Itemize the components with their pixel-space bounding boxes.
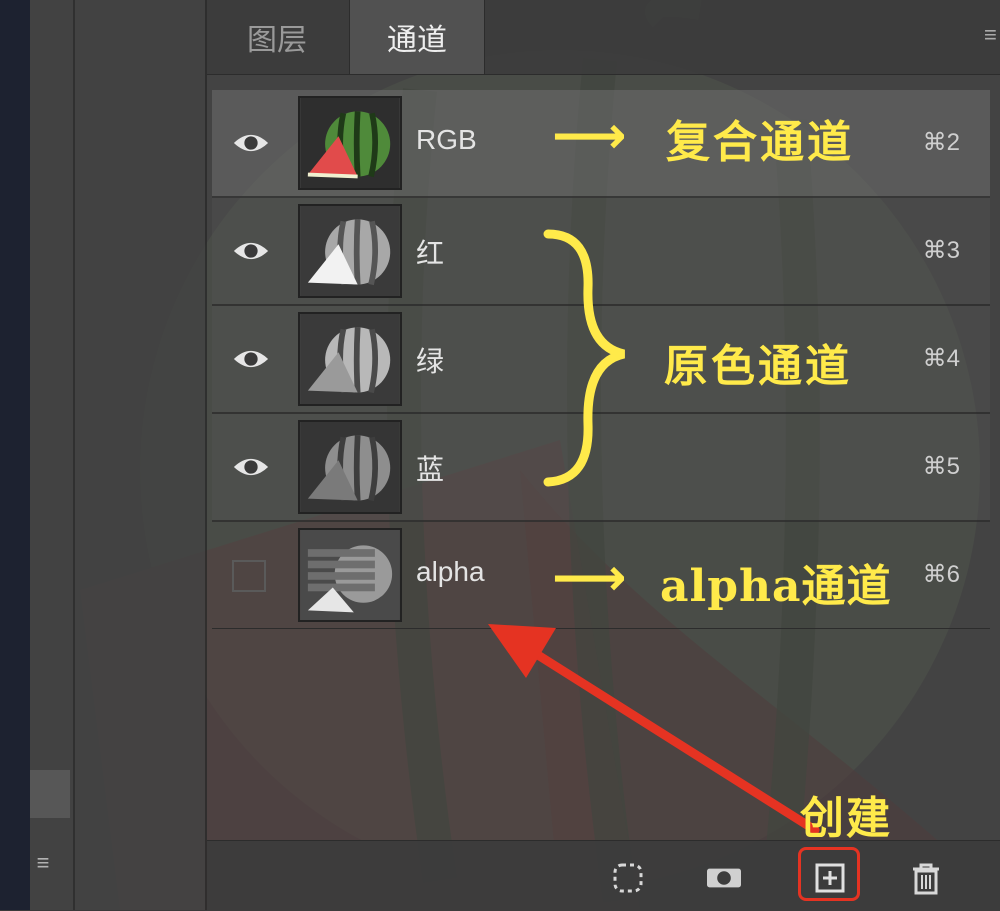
- arrow-right-icon: ⟶: [552, 107, 627, 165]
- selection-icon[interactable]: [611, 861, 645, 895]
- annotation-alpha: alpha通道: [660, 561, 892, 612]
- channel-name: 绿: [416, 346, 445, 377]
- annotation-create: 创建: [800, 793, 892, 844]
- channel-shortcut: ⌘3: [922, 237, 960, 264]
- channel-name: 红: [416, 238, 445, 269]
- curly-brace-icon: [543, 229, 626, 487]
- channel-thumbnail: [298, 420, 402, 514]
- tab-layers[interactable]: 图层: [207, 0, 347, 74]
- eye-icon[interactable]: [232, 344, 270, 374]
- panel-footer: [207, 840, 1000, 911]
- channel-thumbnail: [298, 204, 402, 298]
- eye-icon[interactable]: [232, 128, 270, 158]
- panel-tabs: 图层 通道 ≡: [207, 0, 1000, 75]
- channel-name: RGB: [416, 124, 477, 155]
- tab-channels[interactable]: 通道: [349, 0, 485, 74]
- new-channel-highlight: [798, 847, 860, 901]
- channel-thumbnail: [298, 312, 402, 406]
- annotation-primary: 原色通道: [664, 341, 852, 392]
- trash-icon[interactable]: [909, 861, 943, 895]
- divider: [73, 0, 75, 910]
- channel-thumbnail: [298, 528, 402, 622]
- panel-sliver: [30, 770, 70, 818]
- channel-shortcut: ⌘2: [922, 129, 960, 156]
- channel-thumbnail: [298, 96, 402, 190]
- arrow-right-icon: ⟶: [552, 549, 627, 607]
- eye-icon[interactable]: [232, 452, 270, 482]
- annotation-composite: 复合通道: [666, 117, 854, 168]
- eye-icon[interactable]: [232, 236, 270, 266]
- side-menu-icon[interactable]: ≡: [28, 852, 58, 874]
- channel-shortcut: ⌘5: [922, 453, 960, 480]
- channel-name: 蓝: [416, 454, 445, 485]
- side-panel: ≡: [30, 0, 207, 910]
- channel-shortcut: ⌘6: [922, 561, 960, 588]
- channel-name: alpha: [416, 556, 485, 587]
- canvas-edge: [0, 0, 30, 910]
- visibility-checkbox[interactable]: [232, 560, 266, 592]
- channel-shortcut: ⌘4: [922, 345, 960, 372]
- mask-icon[interactable]: [707, 861, 741, 895]
- red-arrow-icon: [488, 624, 820, 835]
- panel-menu-icon[interactable]: ≡: [984, 22, 1000, 48]
